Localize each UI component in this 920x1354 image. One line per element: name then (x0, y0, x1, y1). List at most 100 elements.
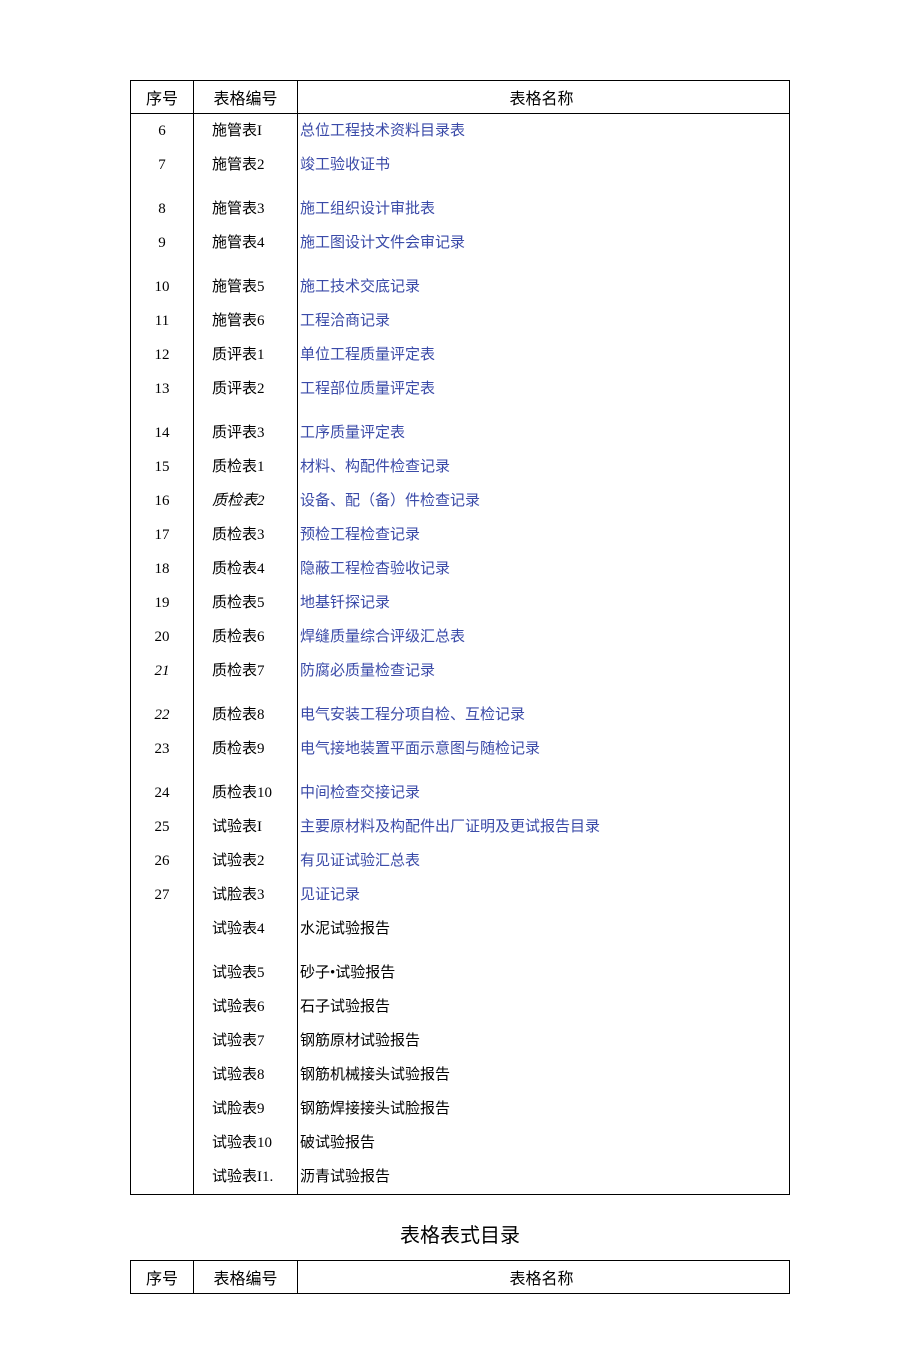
cell-seq (131, 956, 194, 990)
cell-seq: 7 (131, 148, 194, 182)
table-row: 27试脸表3见证记录 (131, 878, 790, 912)
cell-seq: 25 (131, 810, 194, 844)
table-row: 23质检表9电气接地装置平面示意图与随检记录 (131, 732, 790, 766)
cell-seq: 10 (131, 270, 194, 304)
gap-row (131, 406, 790, 416)
cell-id: 质检表6 (194, 620, 298, 654)
cell-id: 质检表8 (194, 698, 298, 732)
cell-name: 施工图设计文件会审记录 (298, 226, 790, 260)
cell-id: 质检表10 (194, 776, 298, 810)
cell-name: 施工技术交底记录 (298, 270, 790, 304)
table-row: 9施管表4施工图设计文件会审记录 (131, 226, 790, 260)
cell-seq: 21 (131, 654, 194, 688)
table-header-row: 序号 表格编号 表格名称 (131, 1261, 790, 1294)
table-row: 试验表I1.沥青试验报告 (131, 1160, 790, 1195)
cell-id: 试验表7 (194, 1024, 298, 1058)
table-row: 24质检表10中间检查交接记录 (131, 776, 790, 810)
cell-id: 质检表9 (194, 732, 298, 766)
cell-id: 试脸表3 (194, 878, 298, 912)
cell-id: 试验表10 (194, 1126, 298, 1160)
cell-id: 试验表4 (194, 912, 298, 946)
cell-seq: 24 (131, 776, 194, 810)
table-row: 12质评表1单位工程质量评定表 (131, 338, 790, 372)
table-row: 26试验表2有见证试验汇总表 (131, 844, 790, 878)
cell-name: 中间检查交接记录 (298, 776, 790, 810)
cell-seq: 17 (131, 518, 194, 552)
table-row: 20质检表6焊缝质量综合评级汇总表 (131, 620, 790, 654)
table-row: 试验表6石子试验报告 (131, 990, 790, 1024)
cell-name: 地基钎探记录 (298, 586, 790, 620)
cell-name: 预检工程检查记录 (298, 518, 790, 552)
table-row: 21质检表7防腐必质量检查记录 (131, 654, 790, 688)
table-row: 7施管表2竣工验收证书 (131, 148, 790, 182)
table-row: 8施管表3施工组织设计审批表 (131, 192, 790, 226)
cell-name: 有见证试验汇总表 (298, 844, 790, 878)
table-row: 25试验表I主要原材料及构配件出厂证明及更试报告目录 (131, 810, 790, 844)
header-name: 表格名称 (298, 81, 790, 114)
cell-name: 破试验报告 (298, 1126, 790, 1160)
cell-seq: 13 (131, 372, 194, 406)
section-title: 表格表式目录 (130, 1219, 790, 1248)
table-row: 试验表4水泥试验报告 (131, 912, 790, 946)
cell-name: 钢筋原材试验报告 (298, 1024, 790, 1058)
cell-name: 水泥试验报告 (298, 912, 790, 946)
cell-name: 工程洽商记录 (298, 304, 790, 338)
cell-name: 电气安装工程分项自检、互检记录 (298, 698, 790, 732)
cell-id: 施管表5 (194, 270, 298, 304)
cell-seq: 6 (131, 114, 194, 149)
table-row: 16质检表2设备、配（备）件检查记录 (131, 484, 790, 518)
cell-name: 工程部位质量评定表 (298, 372, 790, 406)
cell-id: 试验表2 (194, 844, 298, 878)
table-row: 试验表10破试验报告 (131, 1126, 790, 1160)
header-seq: 序号 (131, 81, 194, 114)
table-row: 试脸表9钢筋焊接接头试脸报告 (131, 1092, 790, 1126)
cell-name: 见证记录 (298, 878, 790, 912)
cell-id: 试验表I1. (194, 1160, 298, 1195)
cell-seq (131, 1126, 194, 1160)
cell-name: 沥青试验报告 (298, 1160, 790, 1195)
cell-name: 隐蔽工程检杳验收记录 (298, 552, 790, 586)
cell-id: 试脸表9 (194, 1092, 298, 1126)
table-row: 6施管表I总位工程技术资料目录表 (131, 114, 790, 149)
header-name: 表格名称 (298, 1261, 790, 1294)
cell-name: 电气接地装置平面示意图与随检记录 (298, 732, 790, 766)
cell-id: 质评表3 (194, 416, 298, 450)
table-row: 13质评表2工程部位质量评定表 (131, 372, 790, 406)
cell-seq: 18 (131, 552, 194, 586)
cell-seq (131, 1092, 194, 1126)
cell-seq: 20 (131, 620, 194, 654)
cell-seq: 8 (131, 192, 194, 226)
cell-seq: 27 (131, 878, 194, 912)
cell-name: 竣工验收证书 (298, 148, 790, 182)
cell-name: 防腐必质量检查记录 (298, 654, 790, 688)
table-row: 11施管表6工程洽商记录 (131, 304, 790, 338)
cell-name: 总位工程技术资料目录表 (298, 114, 790, 149)
cell-seq: 12 (131, 338, 194, 372)
cell-id: 施管表2 (194, 148, 298, 182)
cell-name: 砂子•试验报告 (298, 956, 790, 990)
cell-id: 施管表I (194, 114, 298, 149)
cell-id: 质检表1 (194, 450, 298, 484)
cell-name: 钢筋焊接接头试脸报告 (298, 1092, 790, 1126)
cell-id: 试验表5 (194, 956, 298, 990)
cell-seq: 9 (131, 226, 194, 260)
cell-id: 施管表6 (194, 304, 298, 338)
cell-name: 单位工程质量评定表 (298, 338, 790, 372)
table-row: 18质检表4隐蔽工程检杳验收记录 (131, 552, 790, 586)
cell-seq: 15 (131, 450, 194, 484)
gap-row (131, 766, 790, 776)
cell-name: 材料、构配件检查记录 (298, 450, 790, 484)
cell-seq: 11 (131, 304, 194, 338)
cell-seq (131, 1024, 194, 1058)
cell-seq: 23 (131, 732, 194, 766)
table-row: 10施管表5施工技术交底记录 (131, 270, 790, 304)
cell-seq: 22 (131, 698, 194, 732)
form-index-table: 序号 表格编号 表格名称 6施管表I总位工程技术资料目录表7施管表2竣工验收证书… (130, 80, 790, 1195)
cell-seq: 19 (131, 586, 194, 620)
cell-name: 石子试验报告 (298, 990, 790, 1024)
table-row: 试验表8钢筋机械接头试验报告 (131, 1058, 790, 1092)
cell-seq (131, 990, 194, 1024)
cell-seq (131, 912, 194, 946)
table-row: 15质检表1材料、构配件检查记录 (131, 450, 790, 484)
cell-name: 钢筋机械接头试验报告 (298, 1058, 790, 1092)
